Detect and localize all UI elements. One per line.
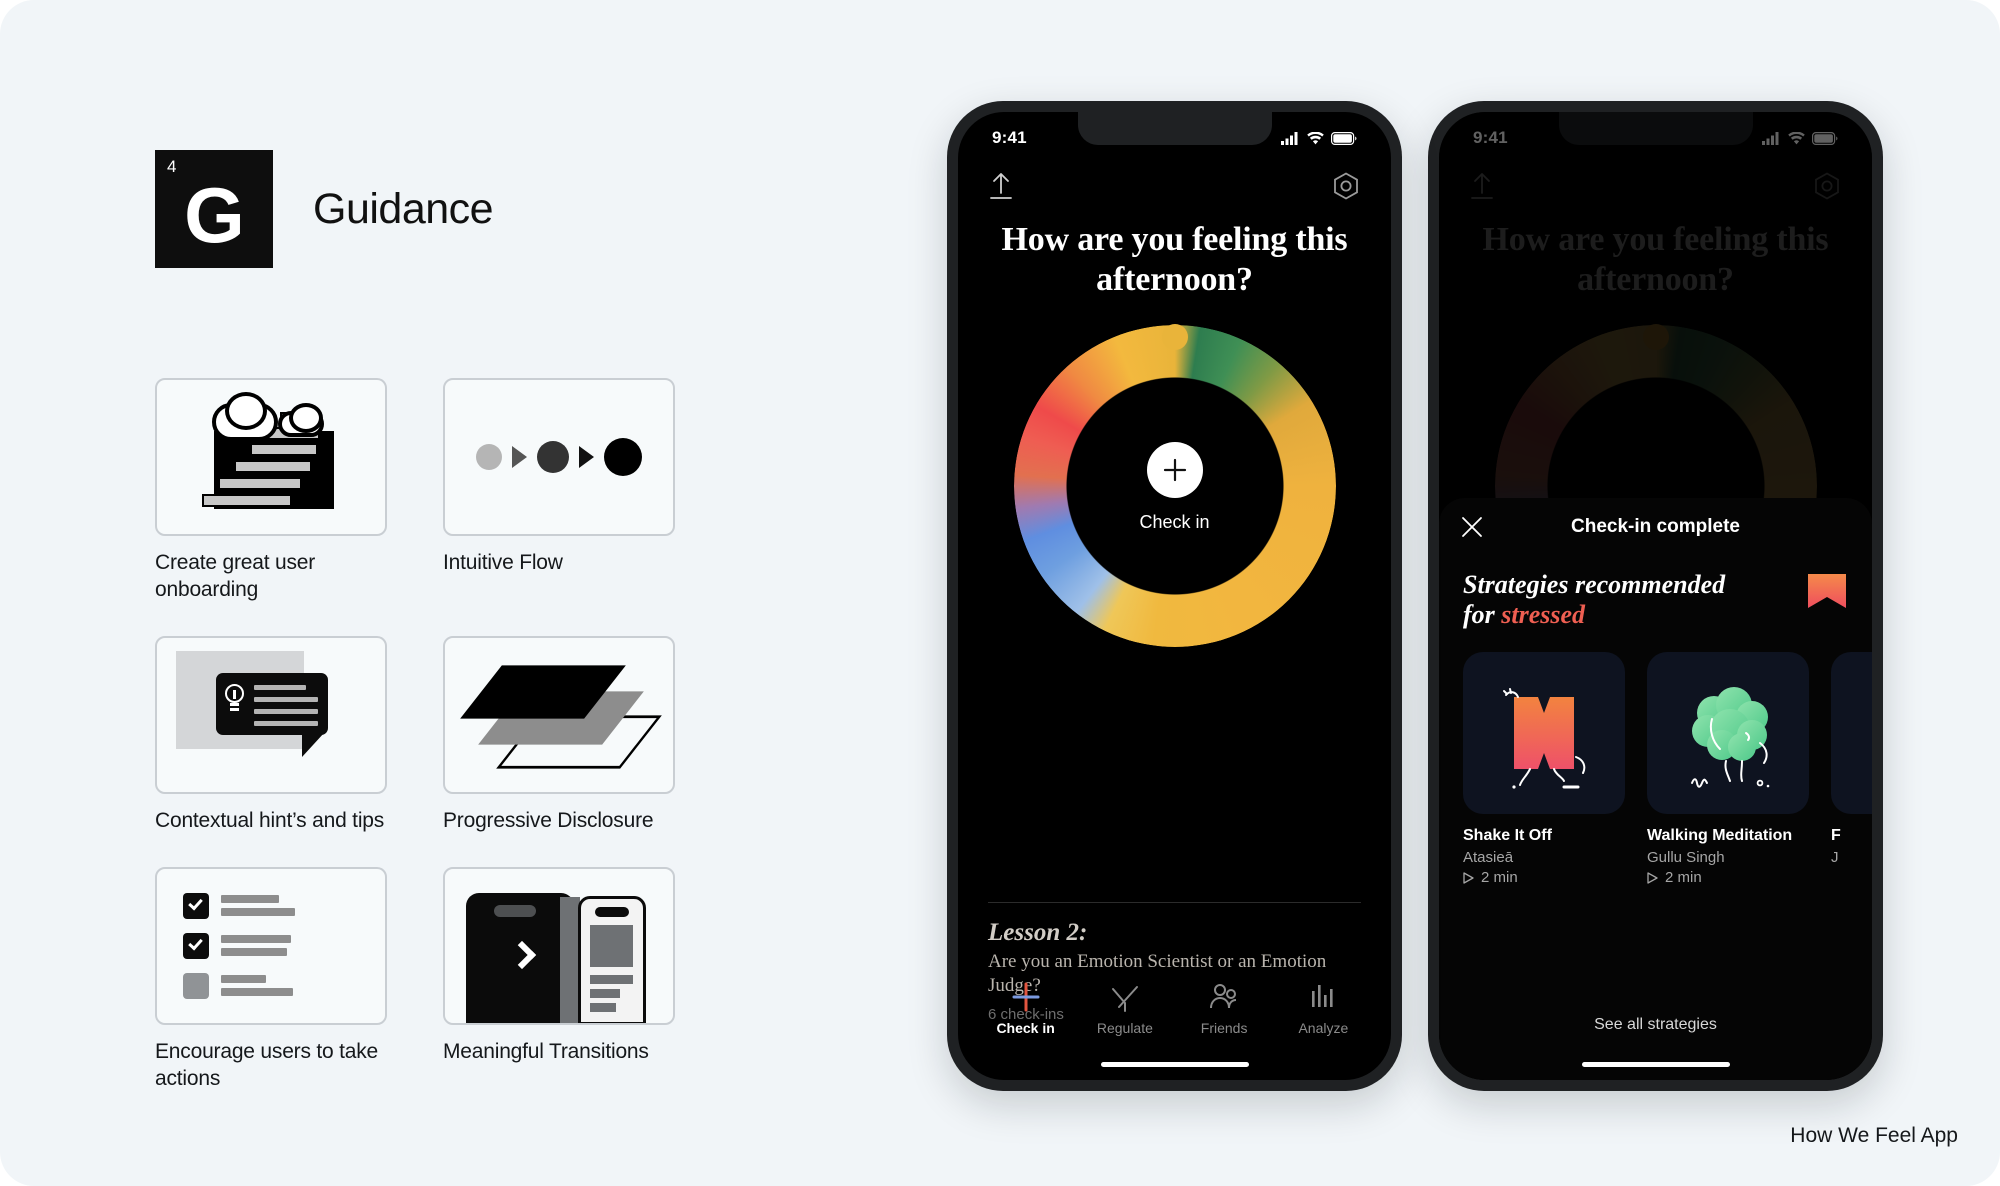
checklist-icon bbox=[183, 891, 359, 1001]
principle-card[interactable]: Intuitive Flow bbox=[443, 378, 675, 604]
strategy-author: Gullu Singh bbox=[1647, 849, 1725, 867]
section-letter: G bbox=[184, 171, 245, 259]
play-triangle-icon bbox=[1463, 872, 1474, 884]
left-column: 4 G Guidance Create great user onboardin… bbox=[155, 150, 815, 1092]
lesson-title: Lesson 2: bbox=[988, 919, 1088, 946]
strategy-author: Atasieā bbox=[1463, 849, 1514, 867]
app-caption: How We Feel App bbox=[1790, 1124, 1958, 1147]
bookmark-chevron-icon[interactable] bbox=[1806, 570, 1848, 620]
screen-transition-icon bbox=[466, 892, 652, 1023]
plus-color-icon bbox=[1012, 982, 1040, 1011]
check-in-label: Check in bbox=[1139, 512, 1210, 532]
strategy-title: F bbox=[1831, 827, 1841, 845]
breathing-icon bbox=[1111, 985, 1138, 1012]
home-indicator bbox=[1100, 1062, 1249, 1067]
phone-screen-left: 9:41 How are you feeling this afternoon?… bbox=[958, 112, 1391, 1080]
phone-mockup-left: 9:41 How are you feeling this afternoon?… bbox=[947, 101, 1402, 1091]
strategy-cards: Shake It Off Atasieā 2 min Walking Medit… bbox=[1439, 630, 1872, 886]
close-x-icon[interactable] bbox=[1461, 516, 1483, 538]
slide-canvas: 4 G Guidance Create great user onboardin… bbox=[0, 0, 2000, 1186]
tab-label: Friends bbox=[1200, 1019, 1248, 1036]
principle-card[interactable]: Encourage users to take actions bbox=[155, 866, 387, 1093]
stairs-clouds-icon bbox=[196, 392, 346, 513]
check-in-complete-sheet: Check-in complete Strategies recommended… bbox=[1439, 498, 1872, 1080]
headline-emphasis: stressed bbox=[1501, 600, 1586, 630]
strategy-title: Shake It Off bbox=[1463, 827, 1552, 845]
tab-analyze[interactable]: Analyze bbox=[1281, 981, 1365, 1036]
signal-icon bbox=[1281, 131, 1298, 145]
section-title-row: 4 G Guidance bbox=[155, 150, 815, 268]
principle-thumb bbox=[443, 866, 675, 1025]
recommendation-headline: Strategies recommended for stressed bbox=[1463, 570, 1753, 630]
sheet-title: Check-in complete bbox=[1571, 516, 1740, 537]
phone-mockup-right: 9:41 bbox=[1428, 101, 1883, 1091]
principle-label: Create great user onboarding bbox=[155, 551, 316, 601]
principle-label: Intuitive Flow bbox=[443, 551, 563, 574]
hint-bubble-icon bbox=[176, 645, 366, 785]
strategy-card[interactable]: Walking Meditation Gullu Singh 2 min bbox=[1647, 652, 1809, 886]
principle-card[interactable]: Progressive Disclosure bbox=[443, 635, 675, 835]
strategy-card[interactable]: Shake It Off Atasieā 2 min bbox=[1463, 652, 1625, 886]
plus-icon bbox=[1163, 458, 1186, 482]
principles-grid: Create great user onboarding Intuitive F… bbox=[155, 378, 815, 1092]
status-time: 9:41 bbox=[992, 128, 1027, 147]
stacked-layers-icon bbox=[460, 655, 662, 775]
status-bar: 9:41 bbox=[958, 126, 1391, 150]
home-indicator bbox=[1581, 1062, 1730, 1067]
principle-thumb bbox=[443, 378, 675, 536]
strategy-duration: 2 min bbox=[1463, 869, 1625, 886]
tab-label: Check in bbox=[996, 1019, 1055, 1036]
tab-regulate[interactable]: Regulate bbox=[1083, 981, 1167, 1036]
strategy-title: Walking Meditation bbox=[1647, 827, 1793, 845]
mood-ring-left[interactable]: Check in bbox=[1013, 324, 1336, 647]
see-all-strategies-link[interactable]: See all strategies bbox=[1439, 1016, 1872, 1034]
mood-question-heading: How are you feeling this afternoon? bbox=[1001, 221, 1348, 299]
phone-screen-right: 9:41 bbox=[1439, 112, 1872, 1080]
section-badge: 4 G bbox=[155, 150, 273, 268]
flow-dots-icon bbox=[476, 438, 642, 476]
top-bar bbox=[958, 164, 1391, 208]
friends-icon bbox=[1210, 983, 1237, 1008]
principle-thumb bbox=[155, 635, 387, 794]
principle-thumb bbox=[443, 635, 675, 794]
tab-label: Regulate bbox=[1096, 1019, 1153, 1036]
duration-text: 2 min bbox=[1665, 869, 1702, 887]
strategy-duration: 2 min bbox=[1647, 869, 1809, 886]
strategy-card-partial[interactable]: F J bbox=[1831, 652, 1872, 886]
tab-friends[interactable]: Friends bbox=[1182, 981, 1266, 1036]
play-triangle-icon bbox=[1647, 872, 1658, 884]
duration-text: 2 min bbox=[1481, 869, 1518, 887]
recommendation-headline-row: Strategies recommended for stressed bbox=[1439, 556, 1872, 630]
principle-card[interactable]: Meaningful Transitions bbox=[443, 866, 675, 1093]
tab-label: Analyze bbox=[1298, 1019, 1349, 1036]
tab-check-in[interactable]: Check in bbox=[984, 981, 1068, 1036]
tab-bar: Check in Regulate Friends Analyze bbox=[958, 974, 1391, 1042]
orange-x-character bbox=[1463, 652, 1625, 815]
bars-icon bbox=[1312, 984, 1333, 1007]
mood-ring-cap bbox=[1161, 324, 1188, 350]
strategy-author: J bbox=[1831, 849, 1839, 867]
principle-card[interactable]: Contextual hint’s and tips bbox=[155, 635, 387, 835]
page-title: Guidance bbox=[313, 184, 494, 233]
principle-label: Encourage users to take actions bbox=[155, 1039, 379, 1090]
section-number: 4 bbox=[167, 157, 177, 176]
hex-settings-icon[interactable] bbox=[1331, 171, 1361, 201]
check-in-plus-button[interactable] bbox=[1146, 442, 1203, 498]
green-tree-character bbox=[1647, 652, 1809, 815]
principle-thumb bbox=[155, 378, 387, 536]
principle-card[interactable]: Create great user onboarding bbox=[155, 378, 387, 604]
principle-thumb bbox=[155, 866, 387, 1025]
principle-label: Progressive Disclosure bbox=[443, 808, 654, 832]
wifi-icon bbox=[1307, 131, 1324, 144]
principle-label: Meaningful Transitions bbox=[443, 1039, 649, 1063]
battery-icon bbox=[1331, 131, 1357, 145]
principle-label: Contextual hint’s and tips bbox=[155, 808, 385, 832]
share-upload-icon[interactable] bbox=[988, 171, 1014, 201]
cut-off-card bbox=[1831, 652, 1872, 815]
sheet-header: Check-in complete bbox=[1439, 498, 1872, 556]
